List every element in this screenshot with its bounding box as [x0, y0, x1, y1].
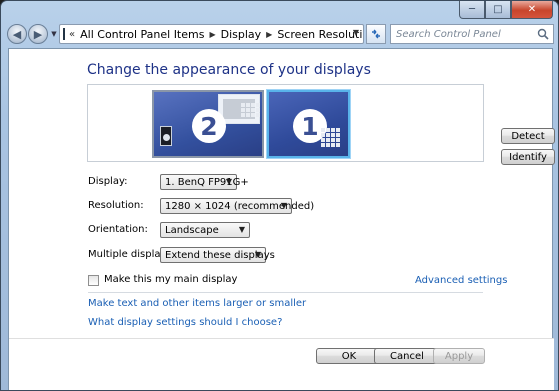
content-pane: Change the appearance of your displays 2… [8, 48, 555, 390]
close-button[interactable]: ✕ [511, 1, 553, 19]
screen-resolution-window: ─ □ ✕ ◀ ▶ ▼ « All Control Panel Items ▶ … [0, 0, 559, 391]
search-icon[interactable] [537, 28, 549, 40]
window-caption-buttons: ─ □ ✕ [459, 1, 553, 19]
multiple-displays-select[interactable]: Extend these displays ▼ [160, 247, 275, 263]
search-placeholder: Search Control Panel [396, 28, 501, 40]
resolution-select[interactable]: 1280 × 1024 (recommended) ▼ [160, 198, 314, 214]
cancel-button[interactable]: Cancel [374, 348, 440, 364]
main-display-checkbox-label[interactable]: Make this my main display [104, 274, 237, 285]
breadcrumb-screen-resolution[interactable]: Screen Resolution [277, 28, 363, 41]
refresh-button[interactable] [366, 24, 386, 44]
forward-button[interactable]: ▶ [28, 24, 48, 44]
monitor-1[interactable]: 1 [267, 90, 350, 158]
chevron-down-icon: ▼ [225, 177, 232, 186]
overflow-chevron[interactable]: « [69, 29, 75, 40]
search-input[interactable]: Search Control Panel [390, 24, 554, 44]
address-bar[interactable]: « All Control Panel Items ▶ Display ▶ Sc… [59, 24, 364, 44]
monitor-arrangement-area: 2 1 Detect Identify [87, 84, 555, 165]
detect-button[interactable]: Detect [501, 128, 555, 144]
advanced-settings-link[interactable]: Advanced settings [415, 275, 507, 286]
resolution-label: Resolution: [88, 200, 144, 211]
orientation-label: Orientation: [88, 224, 148, 235]
page-title: Change the appearance of your displays [87, 62, 371, 78]
display-select[interactable]: 1. BenQ FP91G+ ▼ [160, 174, 249, 190]
control-panel-icon [63, 28, 65, 40]
text-size-link[interactable]: Make text and other items larger or smal… [88, 298, 306, 309]
chevron-down-icon: ▼ [254, 250, 261, 259]
main-display-checkbox[interactable] [88, 275, 99, 286]
dialog-footer: OK Cancel Apply [9, 338, 554, 390]
back-button[interactable]: ◀ [7, 24, 27, 44]
orientation-select-value: Landscape [165, 224, 219, 236]
minimize-button[interactable]: ─ [459, 1, 485, 19]
navigation-bar: ◀ ▶ ▼ « All Control Panel Items ▶ Displa… [7, 23, 554, 45]
ok-button[interactable]: OK [316, 348, 382, 364]
monitor-1-tiles-icon [321, 128, 340, 147]
breadcrumb-separator-icon[interactable]: ▶ [209, 30, 215, 39]
breadcrumb-display[interactable]: Display [221, 28, 262, 41]
recent-pages-dropdown[interactable]: ▼ [49, 30, 59, 38]
identify-button[interactable]: Identify [501, 149, 555, 165]
divider [88, 292, 483, 293]
monitor-2-clock-icon [163, 134, 170, 141]
display-select-value: 1. BenQ FP91G+ [165, 176, 249, 188]
orientation-select[interactable]: Landscape ▼ [160, 222, 250, 238]
display-settings-help-link[interactable]: What display settings should I choose? [88, 317, 282, 328]
monitor-2[interactable]: 2 [152, 90, 264, 158]
chevron-down-icon: ▼ [238, 225, 245, 234]
breadcrumb-all-control-panel-items[interactable]: All Control Panel Items [80, 28, 204, 41]
refresh-icon [372, 29, 380, 39]
apply-button[interactable]: Apply [433, 348, 485, 364]
maximize-button[interactable]: □ [485, 1, 511, 19]
chevron-down-icon: ▼ [280, 201, 287, 210]
display-label: Display: [88, 176, 128, 187]
breadcrumb-separator-icon[interactable]: ▶ [266, 30, 272, 39]
address-dropdown-icon[interactable]: ▼ [353, 28, 359, 37]
monitor-2-number: 2 [192, 109, 226, 143]
resolution-select-value: 1280 × 1024 (recommended) [165, 200, 315, 212]
